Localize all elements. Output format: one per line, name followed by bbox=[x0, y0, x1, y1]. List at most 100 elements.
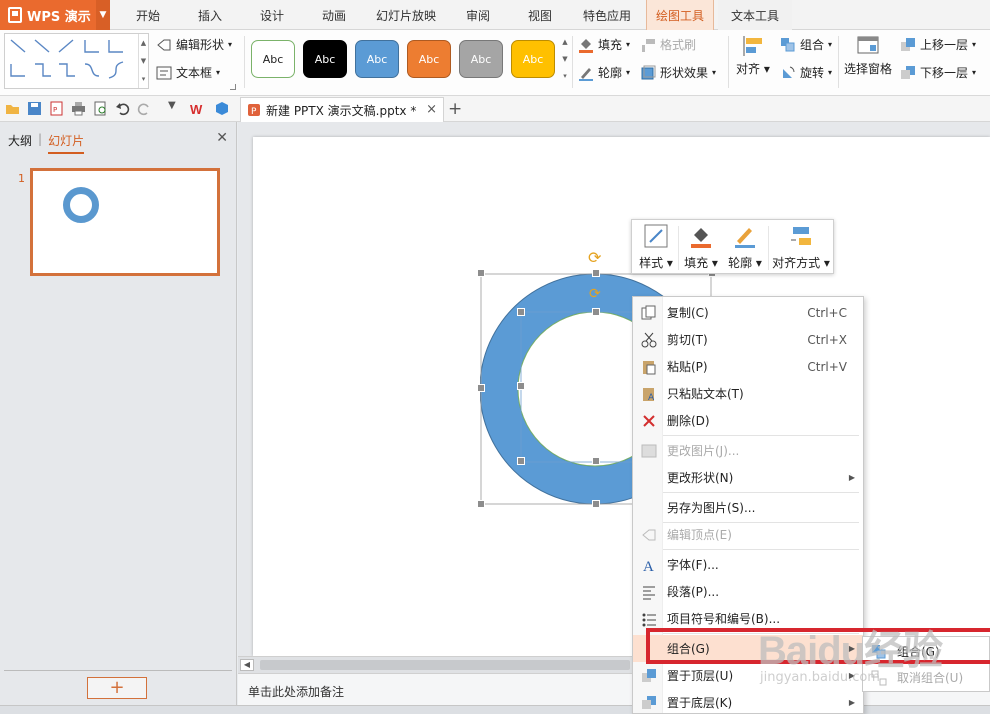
open-folder-icon[interactable] bbox=[5, 101, 20, 116]
style-button[interactable]: 样式 ▾ bbox=[636, 224, 676, 272]
rotate-handle-icon[interactable]: ⟳ bbox=[589, 286, 601, 302]
send-backward-icon bbox=[900, 65, 916, 81]
menu-item-change-shape[interactable]: 更改形状(N) ▶ bbox=[633, 464, 863, 491]
menu-item-copy[interactable]: 复制(C) Ctrl+C bbox=[633, 299, 863, 326]
menu-item-font[interactable]: A 字体(F)... bbox=[633, 551, 863, 578]
resize-handle[interactable] bbox=[592, 269, 600, 277]
fill-button[interactable]: 填充 ▾ bbox=[578, 36, 630, 53]
chevron-down-icon: ▾ bbox=[828, 40, 833, 49]
group-icon bbox=[780, 37, 796, 53]
new-tab-plus-icon[interactable]: + bbox=[448, 99, 462, 119]
tab-view[interactable]: 视图 bbox=[514, 0, 566, 30]
shape-style-preset[interactable]: Abc bbox=[511, 40, 555, 78]
customize-dropdown-icon[interactable]: ▼ bbox=[168, 100, 183, 115]
resize-handle[interactable] bbox=[517, 382, 525, 390]
align-button[interactable]: 对齐 ▾ bbox=[736, 34, 770, 77]
export-pdf-icon[interactable]: P bbox=[49, 101, 64, 116]
outline-button[interactable]: 轮廓 ▾ bbox=[578, 64, 630, 81]
menu-item-bring-to-front[interactable]: 置于顶层(U) ▶ bbox=[633, 662, 863, 689]
group-button[interactable]: 组合 ▾ bbox=[780, 36, 832, 53]
gallery-scroll[interactable]: ▲ ▼ ▾ bbox=[138, 34, 148, 88]
menu-item-bullets-numbering[interactable]: 项目符号和编号(B)... bbox=[633, 605, 863, 632]
text-box-button[interactable]: 文本框 ▾ bbox=[156, 64, 220, 81]
tab-drawing-tools[interactable]: 绘图工具 bbox=[646, 0, 714, 30]
chevron-down-icon: ▾ bbox=[972, 40, 977, 49]
wps-w-icon[interactable]: W bbox=[190, 101, 205, 116]
shape-style-preset[interactable]: Abc bbox=[459, 40, 503, 78]
fill-button[interactable]: 填充 ▾ bbox=[680, 224, 722, 272]
tab-animation[interactable]: 动画 bbox=[308, 0, 360, 30]
menu-item-paste-text-only[interactable]: A 只粘贴文本(T) bbox=[633, 380, 863, 407]
menu-item-paragraph[interactable]: 段落(P)... bbox=[633, 578, 863, 605]
bullet-list-icon bbox=[642, 613, 656, 626]
menu-item-delete[interactable]: 删除(D) bbox=[633, 407, 863, 434]
dialog-launcher-icon[interactable] bbox=[230, 84, 236, 90]
document-tab[interactable]: P 新建 PPTX 演示文稿.pptx * × bbox=[240, 97, 444, 122]
rotate-button[interactable]: 旋转 ▾ bbox=[780, 64, 832, 81]
group-label: 组合 bbox=[800, 38, 825, 52]
scrollbar-thumb[interactable] bbox=[260, 660, 630, 670]
menu-item-paste[interactable]: 粘贴(P) Ctrl+V bbox=[633, 353, 863, 380]
slide-thumbnail[interactable] bbox=[30, 168, 220, 276]
menu-label: 字体(F)... bbox=[667, 558, 719, 572]
edit-shape-button[interactable]: 编辑形状 ▾ bbox=[156, 36, 232, 53]
add-slide-button[interactable]: + bbox=[87, 677, 147, 699]
close-icon[interactable]: × bbox=[426, 102, 437, 117]
menu-item-cut[interactable]: 剪切(T) Ctrl+X bbox=[633, 326, 863, 353]
close-icon[interactable]: ✕ bbox=[216, 130, 228, 146]
bring-forward-button[interactable]: 上移一层 ▾ bbox=[900, 36, 976, 53]
resize-handle[interactable] bbox=[592, 457, 600, 465]
align-button[interactable]: 对齐方式 ▾ bbox=[770, 224, 832, 272]
tab-features[interactable]: 特色应用 bbox=[574, 0, 640, 30]
scroll-left-icon[interactable]: ◀ bbox=[240, 659, 254, 671]
resize-handle[interactable] bbox=[477, 384, 485, 392]
menu-label: 组合(G) bbox=[667, 642, 710, 656]
shape-style-preset[interactable]: Abc bbox=[251, 40, 295, 78]
resize-handle[interactable] bbox=[477, 269, 485, 277]
tab-outline[interactable]: 大纲 bbox=[8, 132, 32, 154]
resize-handle[interactable] bbox=[477, 500, 485, 508]
tab-slides[interactable]: 幻灯片 bbox=[48, 132, 85, 154]
tab-insert[interactable]: 插入 bbox=[184, 0, 236, 30]
resize-handle[interactable] bbox=[517, 457, 525, 465]
print-preview-icon[interactable] bbox=[93, 101, 108, 116]
submenu-item-ungroup[interactable]: 取消组合(U) bbox=[863, 665, 990, 690]
submenu-item-group[interactable]: 组合(G) bbox=[863, 639, 990, 664]
chevron-down-icon[interactable]: ▼ bbox=[96, 0, 110, 30]
save-icon[interactable] bbox=[27, 101, 42, 116]
menu-item-change-picture[interactable]: 更改图片(J)... bbox=[633, 437, 863, 464]
resize-handle[interactable] bbox=[517, 308, 525, 316]
tab-design[interactable]: 设计 bbox=[246, 0, 298, 30]
redo-icon[interactable] bbox=[137, 101, 152, 116]
menu-item-edit-points[interactable]: 编辑顶点(E) bbox=[633, 521, 863, 548]
outline-button[interactable]: 轮廓 ▾ bbox=[724, 224, 766, 272]
shape-style-preset[interactable]: Abc bbox=[303, 40, 347, 78]
selection-pane-button[interactable]: 选择窗格 bbox=[844, 34, 892, 77]
tab-review[interactable]: 审阅 bbox=[452, 0, 504, 30]
resize-handle[interactable] bbox=[592, 500, 600, 508]
cloud-cube-icon[interactable] bbox=[215, 101, 230, 116]
resize-handle[interactable] bbox=[592, 308, 600, 316]
menu-item-send-to-back[interactable]: 置于底层(K) ▶ bbox=[633, 689, 863, 713]
shape-style-preset[interactable]: Abc bbox=[407, 40, 451, 78]
line-shapes-gallery[interactable]: ▲ ▼ ▾ bbox=[4, 33, 149, 89]
undo-icon[interactable] bbox=[115, 101, 130, 116]
style-gallery-scroll[interactable]: ▲ ▼ ▾ bbox=[560, 34, 570, 84]
app-menu-button[interactable]: WPS 演示 ▼ bbox=[0, 0, 110, 30]
shape-style-preset[interactable]: Abc bbox=[355, 40, 399, 78]
chevron-down-icon: ▾ bbox=[712, 68, 717, 77]
shape-effects-button[interactable]: 形状效果 ▾ bbox=[640, 64, 716, 81]
menu-item-group[interactable]: 组合(G) ▶ bbox=[633, 635, 863, 662]
submenu-arrow-icon: ▶ bbox=[848, 644, 855, 653]
align-icon bbox=[789, 224, 813, 248]
tab-home[interactable]: 开始 bbox=[122, 0, 174, 30]
menu-item-save-as-picture[interactable]: 另存为图片(S)... bbox=[633, 494, 863, 521]
tab-text-tools[interactable]: 文本工具 bbox=[718, 0, 792, 30]
print-icon[interactable] bbox=[71, 101, 86, 116]
send-backward-button[interactable]: 下移一层 ▾ bbox=[900, 64, 976, 81]
format-painter-button[interactable]: 格式刷 bbox=[640, 36, 696, 53]
delete-x-icon bbox=[643, 414, 655, 427]
rotate-handle-icon[interactable]: ⟳ bbox=[588, 248, 601, 267]
tab-slideshow[interactable]: 幻灯片放映 bbox=[368, 0, 444, 30]
menu-label: 项目符号和编号(B)... bbox=[667, 612, 781, 626]
